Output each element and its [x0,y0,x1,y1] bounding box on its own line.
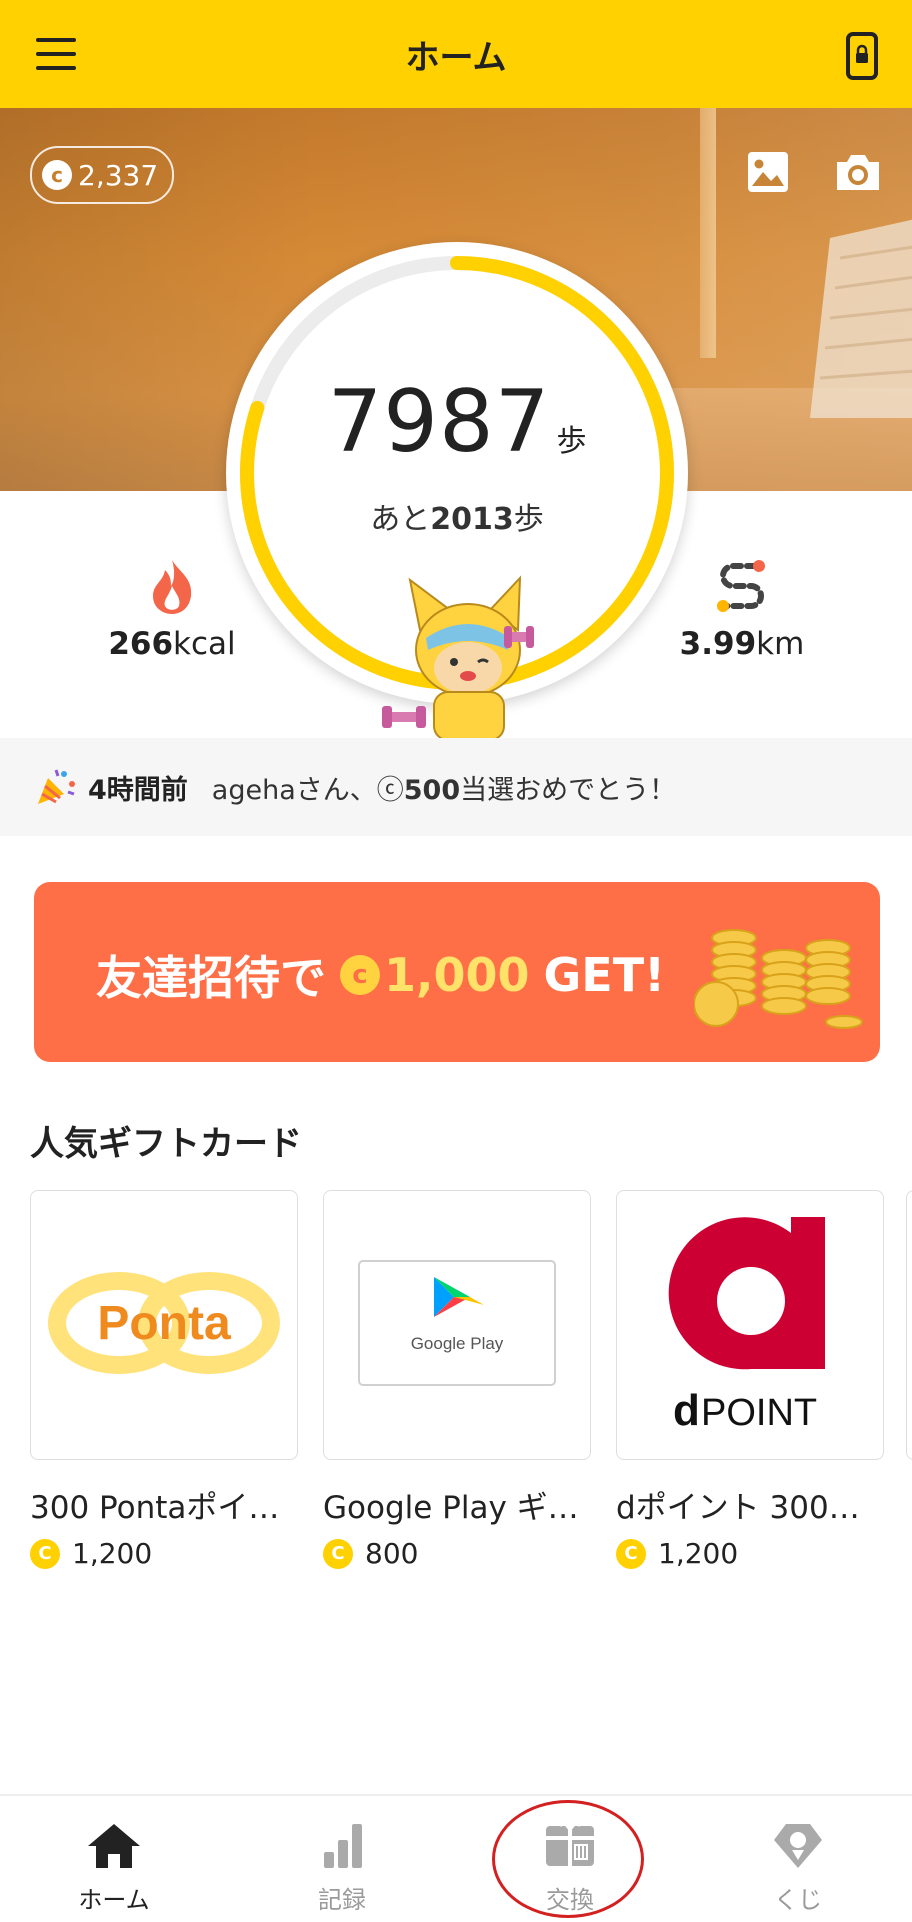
bottom-nav: ホーム 記録 交換 くじ [0,1794,912,1922]
gift-card-price: C 1,200 [616,1537,884,1570]
coin-icon: C [30,1538,60,1569]
coin-balance: 2,337 [78,158,159,192]
gift-card-price: C 800 [323,1537,591,1570]
tab-home[interactable]: ホーム [0,1796,228,1922]
gift-exchange-icon [546,1822,594,1866]
home-icon [88,1824,140,1868]
coin-balance-badge[interactable]: c 2,337 [30,146,175,204]
mascot-fox-illustration [382,575,534,740]
coin-symbol: ⓒ [376,774,404,806]
phone-lock-icon[interactable] [846,32,878,80]
distance-unit: km [756,626,805,662]
ponta-logo: Ponta [48,1272,280,1374]
tab-records[interactable]: 記録 [228,1796,456,1922]
calories-stat: 266kcal [72,556,272,662]
invite-friends-banner[interactable]: 友達招待で c 1,000 GET! [34,882,880,1062]
calories-value: 266 [108,626,174,662]
news-time: 4時間前 [88,774,188,806]
tab-label: くじ [774,1886,822,1914]
coin-icon: c [42,160,72,190]
gift-card-name: Google Play ギ… [323,1490,579,1526]
page-title: ホーム [405,38,507,78]
route-icon [717,560,765,612]
coin-icon: c [340,955,380,995]
gift-card-image: Ponta [30,1190,298,1460]
image-icon[interactable] [746,150,790,194]
bar-chart-icon [324,1824,362,1868]
top-bar: ホーム [0,0,912,108]
distance-stat: 3.99km [642,556,842,662]
lamp-decoration [810,219,912,418]
svg-text:Google Play: Google Play [411,1334,504,1353]
news-message: agehaさん、ⓒ500当選おめでとう！ [211,774,677,806]
step-unit: 歩 [556,424,587,459]
banner-prefix: 友達招待で [96,951,326,1005]
gift-card-name: dポイント 300… [616,1490,860,1526]
gift-card-price: C 1,200 [30,1537,298,1570]
lottery-icon [774,1824,822,1868]
remaining-steps-text: あと2013歩 [370,502,544,537]
gift-card-google-play[interactable]: Google Play Google Play ギ… C 800 [323,1190,591,1570]
coin-icon: C [323,1538,353,1569]
d-point-logo: d POINT [668,1217,825,1435]
tab-label: 記録 [318,1886,366,1914]
coin-icon: C [616,1538,646,1569]
step-count: 7987 [327,372,551,472]
coin-stack-icon [694,929,863,1029]
tab-lottery[interactable]: くじ [684,1796,912,1922]
calories-unit: kcal [173,626,236,662]
gift-card-next-peek[interactable] [906,1190,912,1460]
gift-card-image: Google Play [323,1190,591,1460]
party-popper-icon [38,769,75,804]
tab-label: ホーム [78,1886,150,1914]
distance-value: 3.99 [679,626,757,662]
gift-card-name: 300 Pontaポイ… [30,1490,280,1526]
svg-text:d: d [673,1386,700,1435]
gift-card-ponta[interactable]: Ponta 300 Pontaポイ… C 1,200 [30,1190,298,1570]
remaining-steps: 2013 [430,502,514,537]
svg-text:POINT: POINT [701,1392,817,1434]
svg-text:Ponta: Ponta [97,1297,231,1350]
tab-label: 交換 [546,1886,594,1914]
gift-card-d-point[interactable]: d POINT dポイント 300… C 1,200 [616,1190,884,1570]
banner-suffix: GET! [543,948,666,1002]
gift-card-image: d POINT [616,1190,884,1460]
tab-exchange[interactable]: 交換 [456,1796,684,1922]
banner-amount: 1,000 [384,948,530,1002]
camera-icon[interactable] [833,150,883,194]
flame-icon [153,560,192,614]
news-ticker[interactable]: 4時間前 agehaさん、ⓒ500当選おめでとう！ [0,738,912,836]
google-play-logo: Google Play [358,1260,556,1386]
gift-section-title: 人気ギフトカード [30,1124,302,1164]
